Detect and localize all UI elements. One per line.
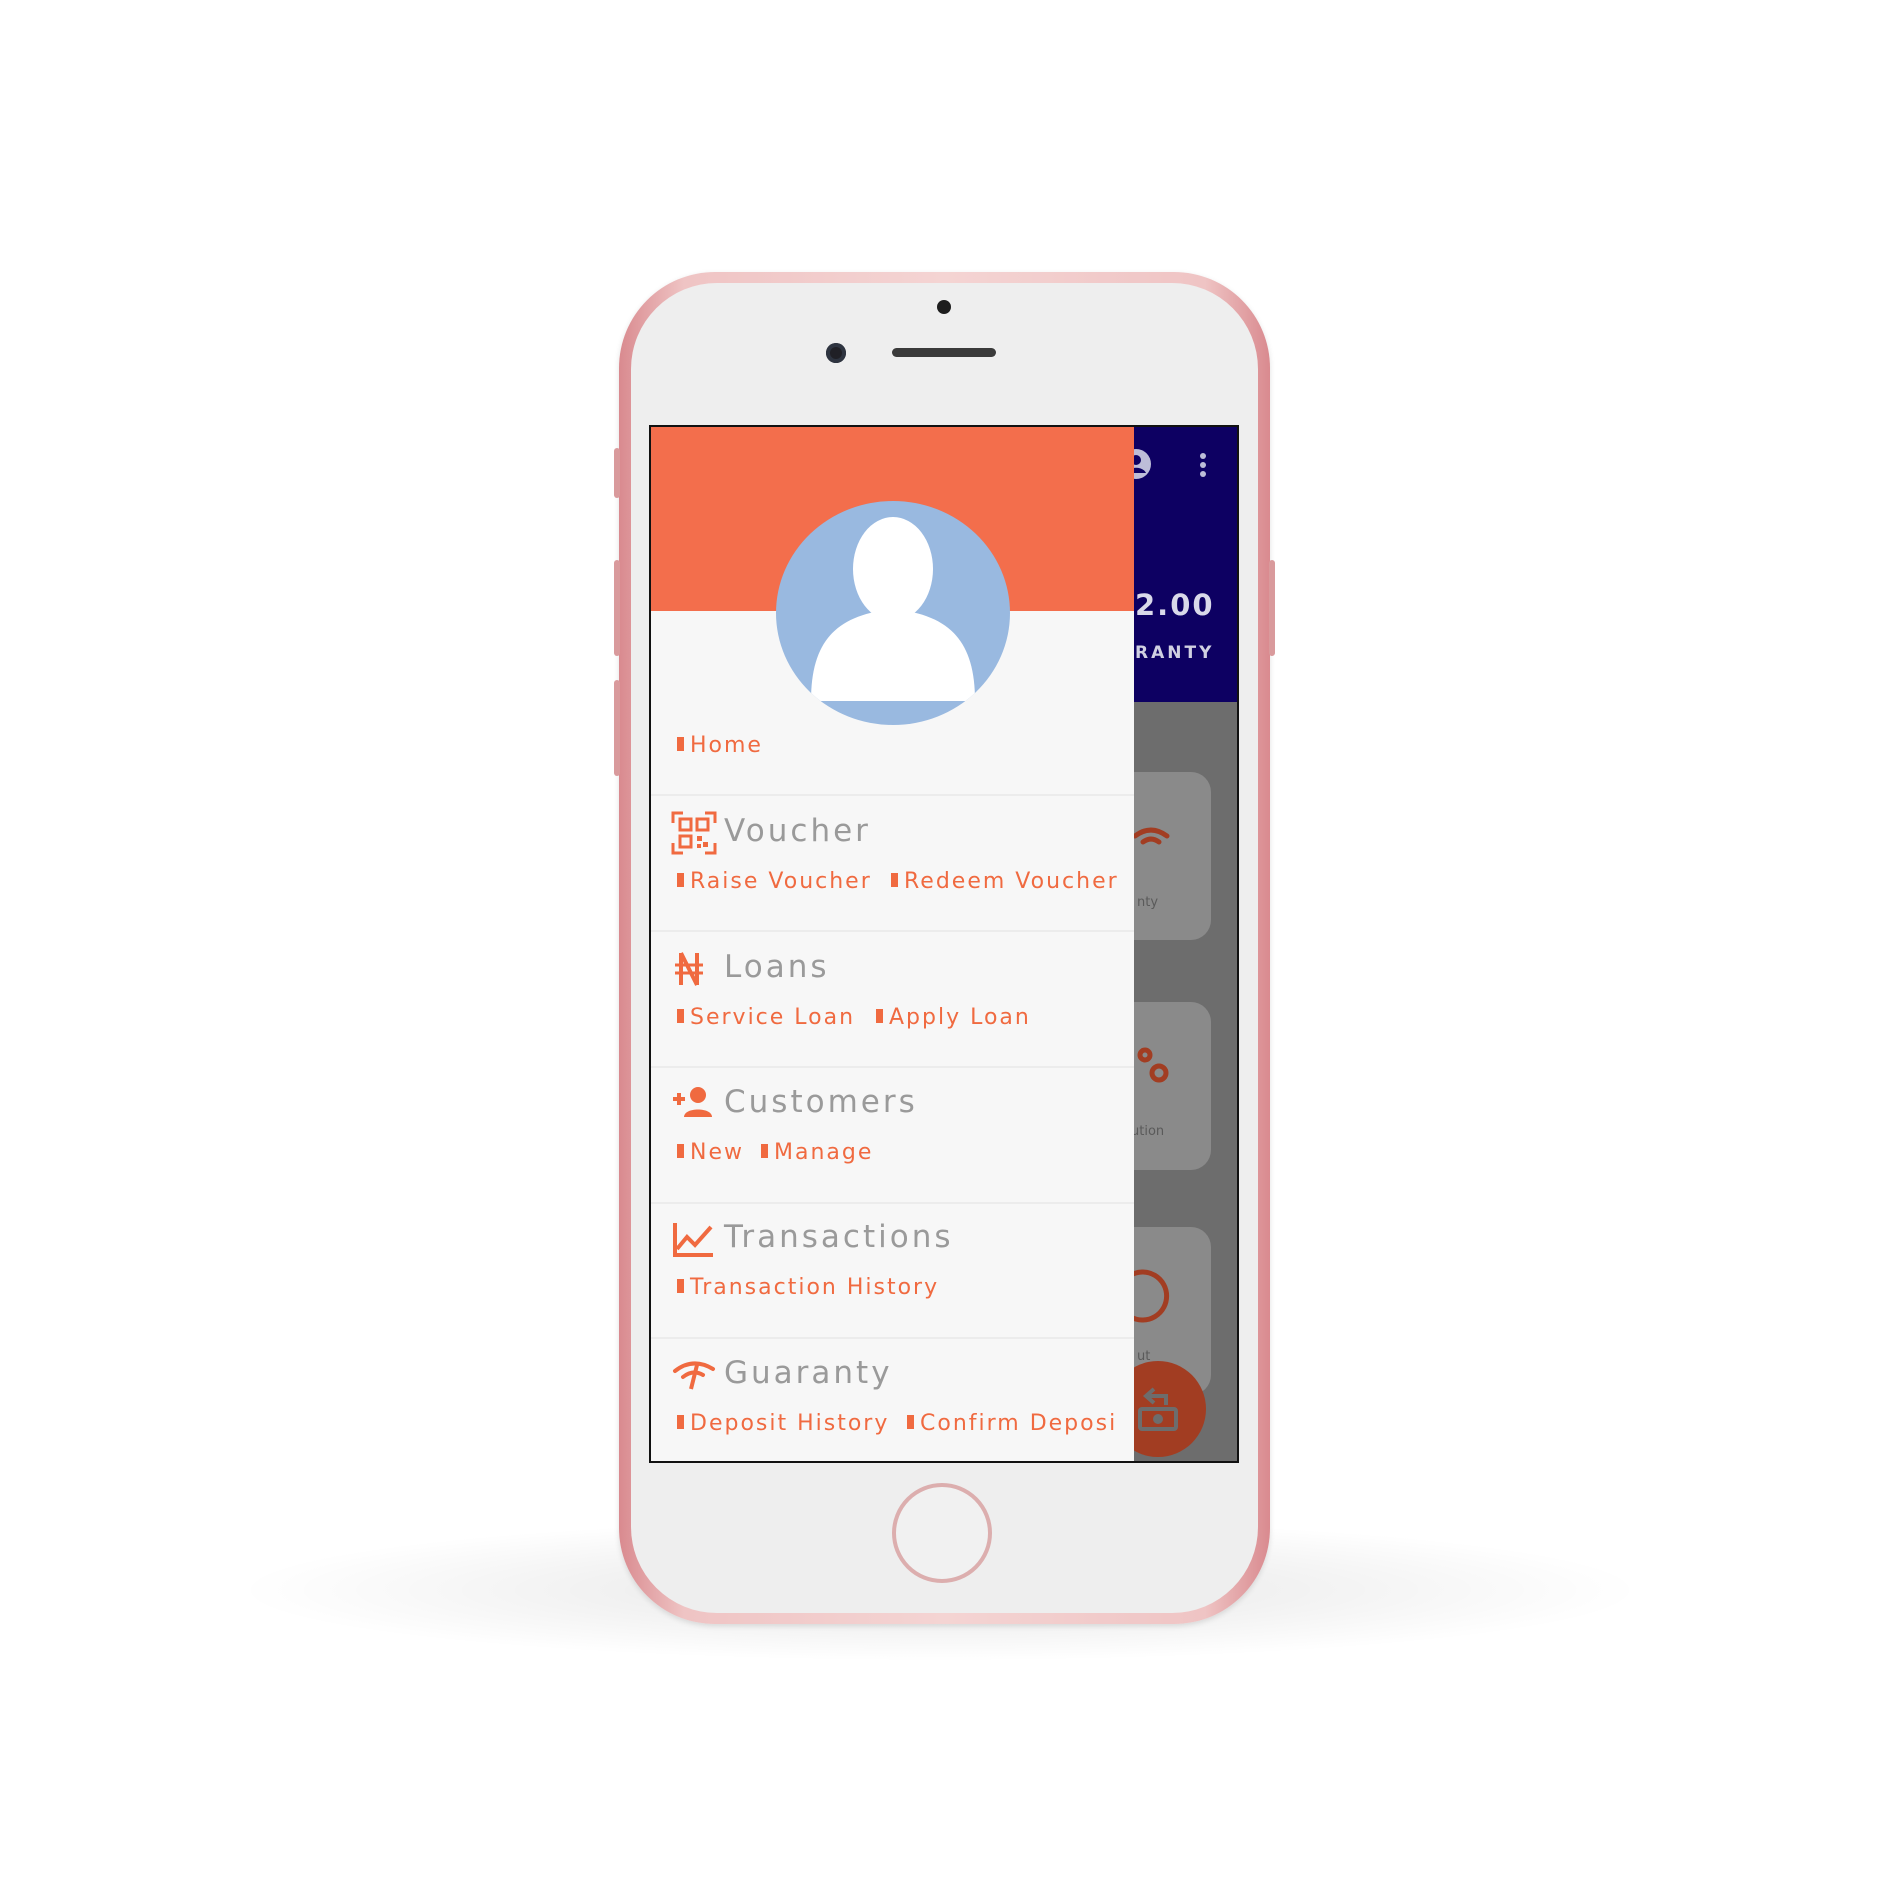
service-loan-label: Service Loan — [690, 1005, 856, 1030]
power-button — [1269, 560, 1275, 656]
link-bullet — [891, 873, 898, 887]
link-bullet — [677, 1144, 684, 1158]
confirm-deposit-label: Confirm Deposi — [920, 1411, 1118, 1436]
new-customer-label: New — [690, 1140, 744, 1165]
link-bullet — [907, 1415, 914, 1429]
transaction-history-link[interactable]: Transaction History — [677, 1275, 939, 1300]
confirm-deposit-link[interactable]: Confirm Deposi — [907, 1411, 1134, 1436]
service-loan-link[interactable]: Service Loan — [677, 1005, 855, 1030]
mute-switch — [614, 448, 620, 498]
transactions-title[interactable]: Transactions — [724, 1219, 954, 1255]
home-label: Home — [690, 733, 763, 758]
divider — [651, 794, 1134, 796]
user-silhouette-icon — [811, 517, 975, 701]
naira-icon — [671, 949, 717, 989]
line-chart-icon — [671, 1219, 717, 1259]
proximity-sensor — [937, 300, 951, 314]
home-link[interactable]: Home — [677, 733, 763, 758]
new-customer-link[interactable]: New — [677, 1140, 744, 1165]
link-bullet — [677, 1009, 684, 1023]
percent-icon — [1131, 1047, 1171, 1091]
balance-amount: 2.00 — [1135, 588, 1215, 622]
redeem-voucher-label: Redeem Voucher — [904, 869, 1119, 894]
navigation-drawer: Home Voucher Raise Voucher Redeem Vouche… — [651, 427, 1134, 1461]
voucher-title[interactable]: Voucher — [724, 813, 871, 849]
home-button[interactable] — [892, 1483, 992, 1583]
guaranty-card-icon — [1131, 822, 1171, 866]
earpiece-speaker — [892, 348, 996, 357]
apply-loan-link[interactable]: Apply Loan — [876, 1005, 1031, 1030]
loans-title[interactable]: Loans — [724, 949, 830, 985]
link-bullet — [677, 1415, 684, 1429]
phone-screen: 2.00 RANTY nty ution ut Home Voucher Rai… — [649, 425, 1239, 1463]
divider — [651, 930, 1134, 932]
deposit-history-label: Deposit History — [690, 1411, 890, 1436]
add-person-icon — [671, 1085, 717, 1125]
deposit-history-link[interactable]: Deposit History — [677, 1411, 889, 1436]
avatar[interactable] — [776, 501, 1010, 725]
volume-down-button — [614, 680, 620, 776]
link-bullet — [677, 1279, 684, 1293]
more-vert-icon[interactable] — [1198, 452, 1208, 486]
cash-refund-icon — [1136, 1385, 1180, 1435]
redeem-voucher-link[interactable]: Redeem Voucher — [891, 869, 1119, 894]
card-label-guaranty: nty — [1137, 895, 1159, 910]
guaranty-title[interactable]: Guaranty — [724, 1355, 893, 1391]
manage-customers-label: Manage — [774, 1140, 874, 1165]
customers-title[interactable]: Customers — [724, 1084, 918, 1120]
transaction-history-label: Transaction History — [690, 1275, 940, 1300]
apply-loan-label: Apply Loan — [889, 1005, 1031, 1030]
divider — [651, 1202, 1134, 1204]
link-bullet — [761, 1144, 768, 1158]
volume-up-button — [614, 560, 620, 656]
card-label-contribution: ution — [1131, 1124, 1165, 1139]
qr-code-icon — [671, 811, 717, 855]
manage-customers-link[interactable]: Manage — [761, 1140, 873, 1165]
raise-voucher-label: Raise Voucher — [690, 869, 872, 894]
balance-label: RANTY — [1135, 643, 1215, 663]
link-bullet — [677, 873, 684, 887]
link-bullet — [876, 1009, 883, 1023]
link-bullet — [677, 737, 684, 751]
guaranty-icon — [671, 1357, 717, 1397]
divider — [651, 1337, 1134, 1339]
raise-voucher-link[interactable]: Raise Voucher — [677, 869, 872, 894]
front-camera — [826, 343, 846, 363]
divider — [651, 1066, 1134, 1068]
